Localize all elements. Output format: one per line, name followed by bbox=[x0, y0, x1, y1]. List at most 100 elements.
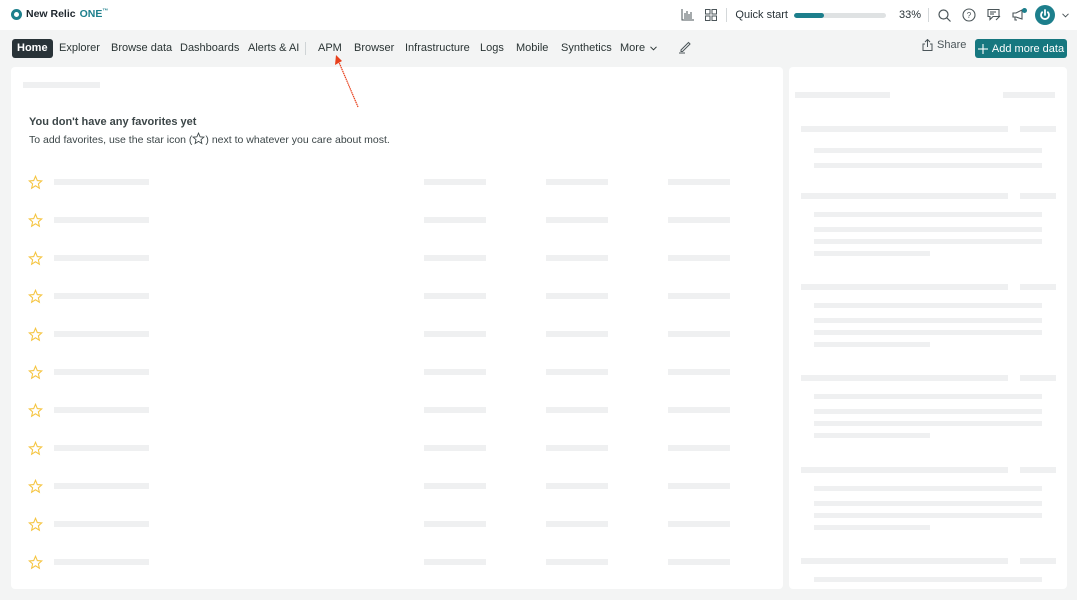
nav-item-explorer[interactable]: Explorer bbox=[54, 39, 105, 58]
nav-item-home[interactable]: Home bbox=[12, 39, 53, 58]
skeleton-cell bbox=[546, 445, 608, 451]
skeleton-line bbox=[814, 318, 1042, 323]
skeleton-heading bbox=[23, 82, 100, 88]
star-icon[interactable] bbox=[28, 365, 43, 380]
chevron-down-icon bbox=[650, 46, 657, 51]
skeleton-group-meta bbox=[1020, 375, 1056, 381]
skeleton-cell bbox=[424, 445, 486, 451]
nav-item-dashboards[interactable]: Dashboards bbox=[175, 39, 244, 58]
skeleton-name bbox=[54, 445, 149, 451]
favorites-empty-description: To add favorites, use the star icon () n… bbox=[29, 131, 390, 146]
star-icon[interactable] bbox=[28, 251, 43, 266]
skeleton-cell bbox=[668, 445, 730, 451]
star-icon[interactable] bbox=[28, 517, 43, 532]
skeleton-group-meta bbox=[1020, 193, 1056, 199]
user-avatar-icon[interactable] bbox=[1035, 5, 1055, 25]
skeleton-cell bbox=[424, 179, 486, 185]
apps-grid-icon[interactable] bbox=[702, 6, 720, 24]
skeleton-cell bbox=[668, 255, 730, 261]
brand-suffix: ONE™ bbox=[79, 8, 109, 20]
nav-divider bbox=[305, 42, 306, 55]
skeleton-line bbox=[814, 394, 1042, 399]
star-icon[interactable] bbox=[28, 175, 43, 190]
announcements-icon[interactable] bbox=[1010, 6, 1028, 24]
skeleton-cell bbox=[668, 483, 730, 489]
favorite-placeholder-row bbox=[11, 441, 783, 461]
star-icon[interactable] bbox=[28, 403, 43, 418]
share-button[interactable]: Share bbox=[922, 39, 966, 51]
search-icon[interactable] bbox=[935, 6, 953, 24]
skeleton-cell bbox=[546, 559, 608, 565]
skeleton-group-title bbox=[801, 126, 1008, 132]
skeleton-group-title bbox=[801, 284, 1008, 290]
nav-item-alerts-ai[interactable]: Alerts & AI bbox=[243, 39, 304, 58]
favorites-panel: You don't have any favorites yet To add … bbox=[11, 67, 783, 589]
skeleton-line bbox=[814, 227, 1042, 232]
favorite-placeholder-row bbox=[11, 403, 783, 423]
new-relic-logo[interactable]: New Relic ONE™ bbox=[11, 8, 108, 20]
star-icon[interactable] bbox=[28, 289, 43, 304]
nav-item-logs[interactable]: Logs bbox=[475, 39, 509, 58]
star-icon[interactable] bbox=[28, 213, 43, 228]
plus-icon bbox=[977, 43, 988, 54]
skeleton-cell bbox=[424, 483, 486, 489]
quick-start-label[interactable]: Quick start bbox=[735, 9, 788, 21]
skeleton-group-meta bbox=[1020, 284, 1056, 290]
bar-chart-icon[interactable] bbox=[678, 6, 696, 24]
nav-item-more[interactable]: More bbox=[615, 39, 662, 58]
quick-start-progress-fill bbox=[793, 12, 825, 18]
favorite-placeholder-row bbox=[11, 555, 783, 575]
favorite-placeholder-row bbox=[11, 365, 783, 385]
quick-start-progress-bar[interactable] bbox=[793, 12, 886, 18]
skeleton-cell bbox=[424, 255, 486, 261]
favorite-placeholder-row bbox=[11, 251, 783, 271]
add-more-data-button[interactable]: Add more data bbox=[975, 39, 1067, 58]
skeleton-cell bbox=[668, 331, 730, 337]
star-icon[interactable] bbox=[28, 441, 43, 456]
skeleton-line bbox=[814, 501, 1042, 506]
annotation-arrow-icon bbox=[335, 55, 359, 108]
skeleton-group-title bbox=[801, 375, 1008, 381]
skeleton-cell bbox=[668, 521, 730, 527]
pencil-icon[interactable] bbox=[673, 40, 697, 59]
skeleton-line bbox=[814, 486, 1042, 491]
skeleton-heading bbox=[795, 92, 890, 98]
skeleton-name bbox=[54, 255, 149, 261]
main-nav: Home Explorer Browse data Dashboards Ale… bbox=[0, 30, 1077, 66]
nav-item-browse-data[interactable]: Browse data bbox=[106, 39, 177, 58]
skeleton-cell bbox=[546, 407, 608, 413]
skeleton-name bbox=[54, 559, 149, 565]
skeleton-cell bbox=[668, 179, 730, 185]
brand-name: New Relic bbox=[26, 8, 76, 20]
divider bbox=[928, 8, 929, 22]
skeleton-cell bbox=[546, 331, 608, 337]
skeleton-cell bbox=[668, 407, 730, 413]
feedback-icon[interactable] bbox=[985, 6, 1003, 24]
skeleton-cell bbox=[424, 217, 486, 223]
nav-more-label: More bbox=[620, 42, 646, 54]
skeleton-name bbox=[54, 217, 149, 223]
skeleton-group-meta bbox=[1020, 558, 1056, 564]
skeleton-group-meta bbox=[1020, 467, 1056, 473]
nav-item-infrastructure[interactable]: Infrastructure bbox=[400, 39, 475, 58]
skeleton-name bbox=[54, 179, 149, 185]
star-icon[interactable] bbox=[28, 327, 43, 342]
nav-item-mobile[interactable]: Mobile bbox=[511, 39, 553, 58]
skeleton-group-meta bbox=[1020, 126, 1056, 132]
favorite-placeholder-row bbox=[11, 175, 783, 195]
skeleton-line bbox=[814, 330, 1042, 335]
favorite-placeholder-row bbox=[11, 289, 783, 309]
skeleton-cell bbox=[424, 331, 486, 337]
svg-text:?: ? bbox=[967, 11, 972, 20]
nav-item-synthetics[interactable]: Synthetics bbox=[556, 39, 617, 58]
share-icon bbox=[922, 39, 933, 51]
divider bbox=[726, 8, 728, 22]
help-icon[interactable]: ? bbox=[960, 6, 978, 24]
star-icon[interactable] bbox=[28, 479, 43, 494]
chevron-down-icon[interactable] bbox=[1059, 6, 1071, 24]
star-icon[interactable] bbox=[28, 555, 43, 570]
skeleton-cell bbox=[546, 483, 608, 489]
skeleton-cell bbox=[546, 217, 608, 223]
skeleton-line bbox=[814, 421, 1042, 426]
activity-panel bbox=[789, 67, 1067, 589]
